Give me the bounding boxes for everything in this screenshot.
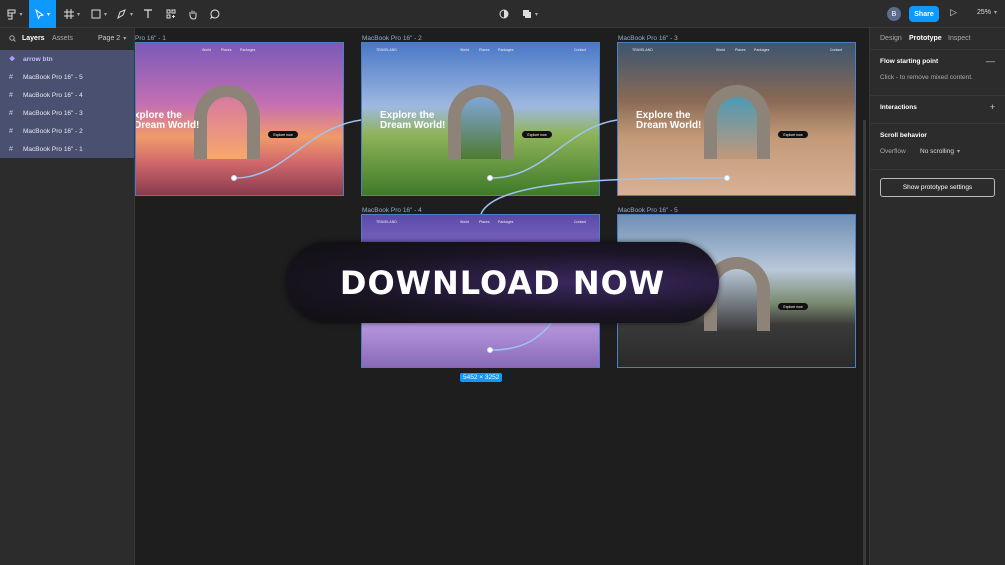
main-menu-icon[interactable]: ▾ bbox=[4, 0, 26, 28]
layer-label: MacBook Pro 16" - 1 bbox=[23, 145, 83, 153]
banner-text: DOWNLOAD NOW bbox=[339, 263, 666, 302]
zoom-dropdown[interactable]: 25% ▾ bbox=[977, 9, 997, 16]
tab-inspect[interactable]: Inspect bbox=[948, 35, 971, 42]
connection-handle[interactable] bbox=[231, 175, 237, 181]
connection-handle[interactable] bbox=[487, 175, 493, 181]
page-name: Page 2 bbox=[98, 35, 121, 42]
properties-panel: Design Prototype Inspect Flow starting p… bbox=[869, 28, 1005, 565]
frame-icon: # bbox=[9, 109, 13, 117]
flow-section: Flow starting point — Click - to remove … bbox=[870, 50, 1005, 96]
overflow-select[interactable]: No scrolling ▾ bbox=[920, 148, 960, 155]
frame-icon: # bbox=[9, 73, 13, 81]
overflow-row: Overflow No scrolling ▾ bbox=[880, 148, 995, 155]
frame-icon: # bbox=[9, 145, 13, 153]
layer-item[interactable]: # MacBook Pro 16" - 5 bbox=[0, 68, 134, 86]
connection-line-4 bbox=[490, 319, 556, 351]
pen-tool-icon[interactable]: ▾ bbox=[113, 0, 137, 28]
figma-app: ▾ ▾ ▾ ▾ ▾ ▾ B Share ▷ 25% ▾ Layers Asset… bbox=[0, 0, 1005, 565]
move-tool-icon[interactable]: ▾ bbox=[29, 0, 56, 28]
shape-tool-icon[interactable]: ▾ bbox=[87, 0, 111, 28]
layer-label: MacBook Pro 16" - 2 bbox=[23, 127, 83, 135]
tab-layers[interactable]: Layers bbox=[22, 35, 45, 42]
contrast-icon[interactable] bbox=[496, 0, 512, 28]
comment-tool-icon[interactable] bbox=[207, 0, 223, 28]
connection-handle[interactable] bbox=[724, 175, 730, 181]
avatar[interactable]: B bbox=[887, 7, 901, 21]
right-panel-tabs: Design Prototype Inspect bbox=[870, 28, 1005, 50]
layer-list: ❖ arrow btn # MacBook Pro 16" - 5 # MacBook P… bbox=[0, 50, 134, 158]
tab-assets[interactable]: Assets bbox=[52, 35, 73, 42]
layer-item[interactable]: ❖ arrow btn bbox=[0, 50, 134, 68]
text-tool-icon[interactable] bbox=[140, 0, 156, 28]
canvas-scrollbar[interactable] bbox=[863, 120, 866, 565]
remove-icon[interactable]: — bbox=[986, 56, 995, 66]
connection-line-3 bbox=[480, 177, 728, 215]
layer-item[interactable]: # MacBook Pro 16" - 2 bbox=[0, 122, 134, 140]
add-icon[interactable]: + bbox=[990, 102, 995, 112]
tab-design[interactable]: Design bbox=[880, 35, 902, 42]
toolbar: ▾ ▾ ▾ ▾ ▾ ▾ B Share ▷ 25% ▾ bbox=[0, 0, 1005, 28]
flow-title: Flow starting point bbox=[880, 58, 939, 65]
frame-icon: # bbox=[9, 127, 13, 135]
tab-prototype[interactable]: Prototype bbox=[909, 35, 942, 42]
zoom-value: 25% bbox=[977, 9, 992, 16]
layer-item[interactable]: # MacBook Pro 16" - 4 bbox=[0, 86, 134, 104]
frame-icon: # bbox=[9, 91, 13, 99]
present-play-icon[interactable]: ▷ bbox=[950, 7, 957, 18]
boolean-ops-icon[interactable]: ▾ bbox=[518, 0, 542, 28]
hand-tool-icon[interactable] bbox=[185, 0, 201, 28]
connection-handle[interactable] bbox=[487, 347, 493, 353]
download-now-banner[interactable]: DOWNLOAD NOW bbox=[286, 242, 719, 323]
component-icon: ❖ bbox=[9, 56, 16, 63]
scroll-title: Scroll behavior bbox=[880, 132, 927, 139]
layer-item[interactable]: # MacBook Pro 16" - 1 bbox=[0, 140, 134, 158]
page-selector[interactable]: Page 2 ▾ bbox=[98, 35, 126, 42]
share-button[interactable]: Share bbox=[909, 6, 939, 22]
layer-label: MacBook Pro 16" - 3 bbox=[23, 109, 83, 117]
layer-label: arrow btn bbox=[23, 55, 53, 63]
left-panel-tabs: Layers Assets Page 2 ▾ bbox=[0, 28, 134, 50]
overflow-label: Overflow bbox=[880, 148, 906, 155]
interactions-section: Interactions + bbox=[870, 96, 1005, 124]
resources-icon[interactable] bbox=[163, 0, 179, 28]
layer-label: MacBook Pro 16" - 4 bbox=[23, 91, 83, 99]
show-prototype-settings-button[interactable]: Show prototype settings bbox=[880, 178, 995, 197]
interactions-title: Interactions bbox=[880, 104, 917, 111]
scroll-section: Scroll behavior Overflow No scrolling ▾ bbox=[870, 124, 1005, 170]
selection-dimensions: 5452 × 3252 bbox=[460, 373, 503, 382]
connection-line-1 bbox=[234, 119, 362, 179]
connection-line-2 bbox=[490, 119, 618, 179]
frame-tool-icon[interactable]: ▾ bbox=[60, 0, 84, 28]
layer-label: MacBook Pro 16" - 5 bbox=[23, 73, 83, 81]
canvas[interactable]: Pro 16" - 1 MacBook Pro 16" - 2 MacBook … bbox=[135, 28, 864, 565]
flow-note: Click - to remove mixed content. bbox=[880, 74, 973, 81]
layer-item[interactable]: # MacBook Pro 16" - 3 bbox=[0, 104, 134, 122]
layers-panel: Layers Assets Page 2 ▾ ❖ arrow btn # MacBook… bbox=[0, 28, 135, 565]
overflow-value: No scrolling bbox=[920, 148, 954, 155]
search-icon[interactable] bbox=[9, 35, 16, 44]
